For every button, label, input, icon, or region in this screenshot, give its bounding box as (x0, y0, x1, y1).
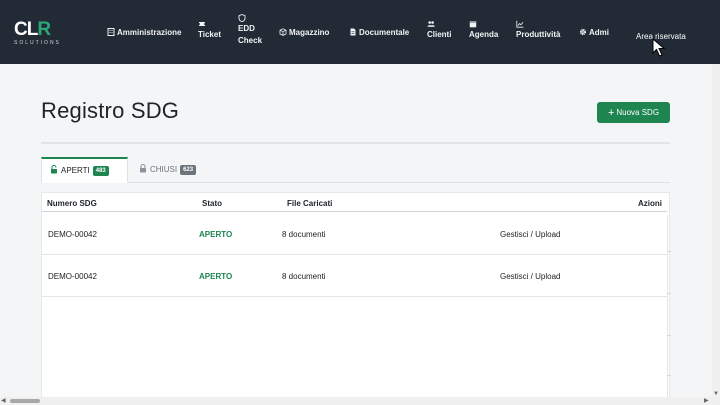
cell-numero: DEMO-00042 (48, 272, 97, 281)
mouse-cursor-icon (652, 38, 666, 57)
horizontal-scrollbar[interactable]: ◀ ▶ (0, 397, 720, 405)
nav-label: Amministrazione (117, 28, 182, 37)
plus-icon: + (607, 107, 615, 119)
lock-icon (140, 164, 146, 173)
tab-label: APERTI (61, 166, 90, 175)
users-icon (427, 21, 435, 27)
sdg-table: Numero SDG Stato File Caricati Azioni DE… (41, 192, 671, 401)
shield-icon (238, 14, 246, 22)
nav-label: Ticket (198, 30, 221, 39)
nav-label: Agenda (469, 30, 499, 39)
box-icon (279, 28, 287, 36)
brand-logo[interactable]: CLR SOLUTIONS (14, 20, 70, 46)
tab-label: CHIUSI (150, 165, 178, 174)
nav-clienti[interactable]: Clienti (427, 20, 451, 41)
nav-label-line2: Check (238, 36, 263, 45)
cell-file: 8 documenti (282, 230, 326, 239)
nav-ticket[interactable]: Ticket (198, 20, 221, 41)
table-row[interactable]: DEMO-00042 APERTO 8 documenti Gestisci /… (42, 255, 667, 297)
top-navbar: CLR SOLUTIONS Amministrazione Ticket EDD… (0, 0, 720, 64)
nav-label: Magazzino (289, 28, 330, 37)
nav-edd-check[interactable]: EDD Check (238, 14, 262, 47)
count-badge: 623 (180, 165, 197, 175)
nav-magazzino[interactable]: Magazzino (279, 27, 329, 39)
chart-icon (516, 20, 524, 28)
new-sdg-label: Nuova SDG (616, 108, 660, 117)
nav-label: Clienti (427, 30, 452, 39)
table-header: Numero SDG Stato File Caricati Azioni (42, 193, 667, 212)
logo-subtitle: SOLUTIONS (14, 40, 61, 46)
logo-mark: CLR (14, 19, 51, 40)
divider (41, 142, 670, 144)
scrollbar-thumb[interactable] (10, 399, 40, 403)
status-badge: APERTO (199, 272, 233, 281)
nav-label-line1: EDD (238, 24, 255, 33)
tab-aperti[interactable]: APERTI 483 (41, 157, 128, 183)
column-header-stato[interactable]: Stato (202, 199, 222, 208)
page-title: Registro SDG (41, 98, 180, 123)
table-row[interactable]: DEMO-00042 APERTO 8 documenti Gestisci /… (42, 213, 667, 255)
building-icon (107, 28, 115, 36)
table-column-scrollbar[interactable] (667, 215, 671, 401)
tab-chiusi[interactable]: CHIUSI 623 (131, 157, 204, 183)
nav-produttivita[interactable]: Produttività (516, 20, 560, 41)
column-header-numero[interactable]: Numero SDG (47, 199, 97, 208)
document-icon (350, 28, 356, 36)
column-header-azioni[interactable]: Azioni (638, 199, 662, 208)
ticket-icon (199, 22, 205, 26)
status-tabs: APERTI 483 CHIUSI 623 (41, 157, 670, 183)
manage-upload-link[interactable]: Gestisci / Upload (500, 230, 560, 239)
cell-numero: DEMO-00042 (48, 230, 97, 239)
column-header-file[interactable]: File Caricati (287, 199, 332, 208)
manage-upload-link[interactable]: Gestisci / Upload (500, 272, 560, 281)
cell-file: 8 documenti (282, 272, 326, 281)
gear-icon (579, 28, 587, 36)
status-badge: APERTO (199, 230, 233, 239)
nav-documentale[interactable]: Documentale (349, 27, 409, 39)
nav-agenda[interactable]: Agenda (469, 20, 498, 41)
count-badge: 483 (92, 166, 109, 176)
scroll-left-icon[interactable]: ◀ (1, 397, 6, 405)
nav-amministrazione[interactable]: Amministrazione (107, 27, 181, 39)
nav-label: Admi (589, 28, 609, 37)
scroll-right-icon[interactable]: ▶ (704, 397, 709, 405)
nav-admin[interactable]: Admi (579, 27, 609, 39)
nav-label: Produttività (516, 30, 561, 39)
calendar-icon (469, 21, 477, 28)
vertical-scrollbar[interactable]: ▼ (712, 64, 720, 397)
nav-label: Documentale (359, 28, 410, 37)
new-sdg-button[interactable]: + Nuova SDG (597, 102, 670, 123)
unlock-icon (51, 165, 57, 174)
